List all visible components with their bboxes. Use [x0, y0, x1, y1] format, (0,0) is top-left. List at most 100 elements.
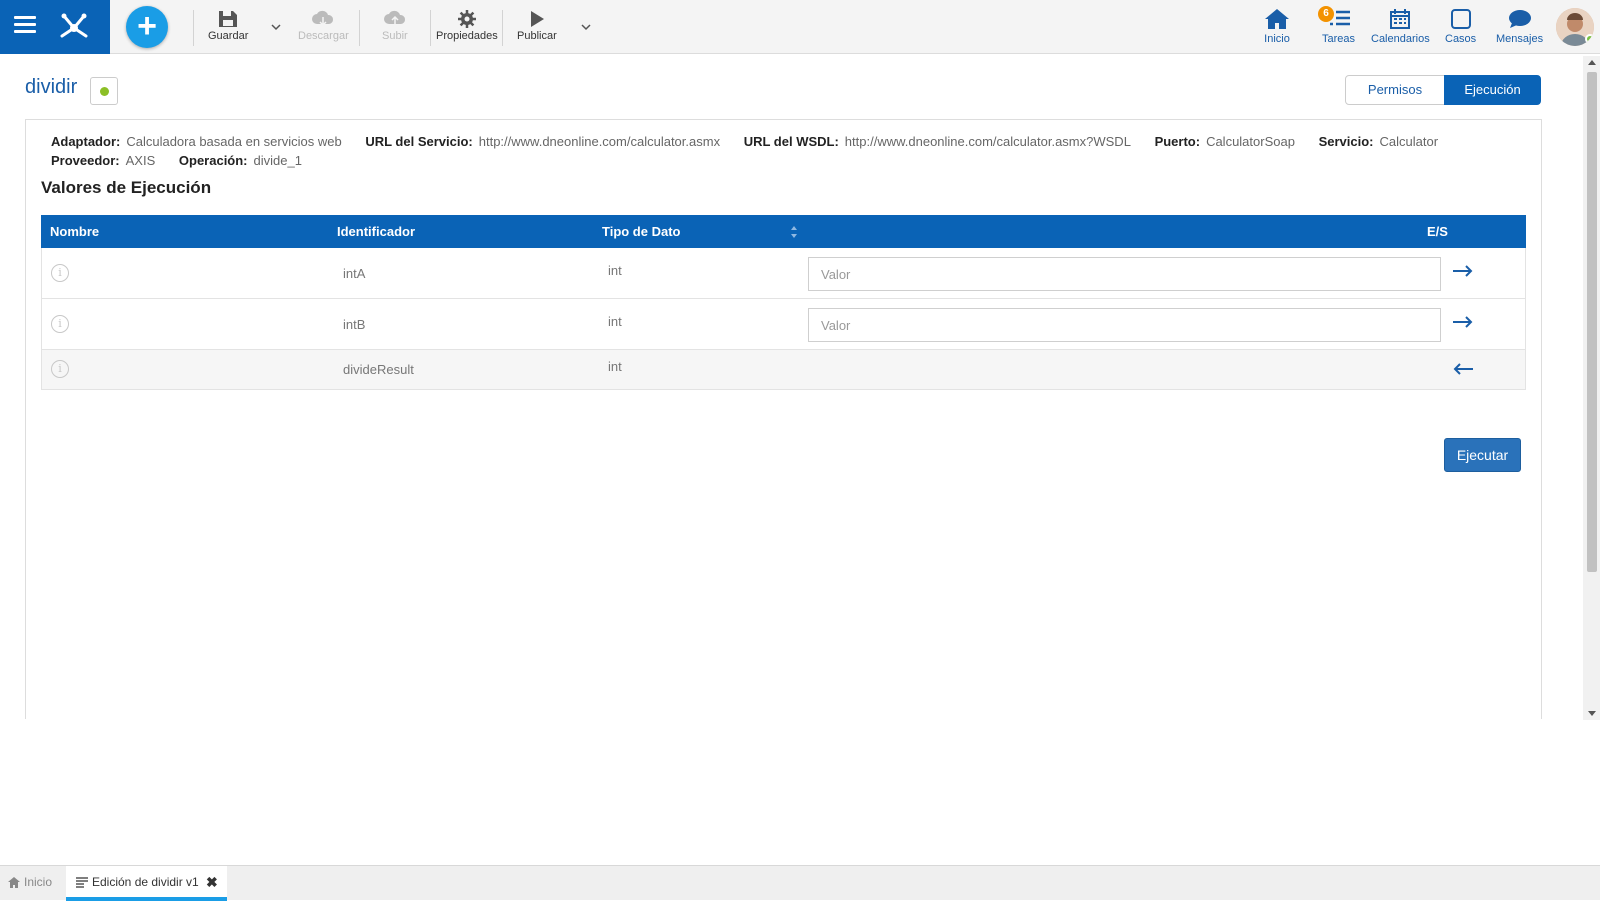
tab-permissions[interactable]: Permisos — [1345, 75, 1445, 105]
home-icon — [8, 877, 20, 888]
wsdl-url-value: http://www.dneonline.com/calculator.asmx… — [844, 134, 1131, 149]
service-url-label: URL del Servicio: — [365, 134, 473, 149]
download-label: Descargar — [298, 30, 349, 42]
chat-bubble-icon — [1508, 10, 1531, 28]
service-url-value: http://www.dneonline.com/calculator.asmx — [478, 134, 721, 149]
page-title: dividir — [25, 76, 78, 98]
status-dot-icon — [100, 87, 109, 96]
operation-field: Operación: divide_1 — [179, 153, 302, 168]
execute-button[interactable]: Ejecutar — [1444, 438, 1521, 472]
column-header-io[interactable]: E/S — [1427, 224, 1448, 239]
nav-tasks-label: Tareas — [1322, 33, 1356, 45]
input-arrow-right-icon — [1453, 316, 1473, 328]
cloud-upload-icon — [383, 10, 405, 25]
nav-messages[interactable]: Mensajes — [1496, 8, 1543, 45]
service-field: Servicio: Calculator — [1319, 134, 1438, 149]
tab-home-label: Inicio — [24, 875, 53, 889]
user-avatar[interactable] — [1556, 8, 1594, 46]
top-toolbar: + Guardar Descargar Subir Propiedades Pu… — [0, 0, 1600, 54]
section-title: Valores de Ejecución — [41, 178, 212, 197]
column-header-name[interactable]: Nombre — [50, 224, 99, 239]
adapter-value: Calculadora basada en servicios web — [126, 134, 342, 149]
save-button[interactable]: Guardar — [208, 10, 248, 42]
scroll-down-icon[interactable] — [1588, 711, 1596, 716]
nav-calendars[interactable]: Calendarios — [1371, 8, 1430, 45]
table-row: i divideResult int — [41, 350, 1526, 390]
publish-button[interactable]: Publicar — [517, 10, 557, 42]
sort-icon[interactable] — [790, 225, 798, 239]
scroll-thumb[interactable] — [1587, 72, 1597, 572]
row-datatype: int — [608, 263, 622, 278]
value-input-intb[interactable] — [808, 308, 1441, 342]
hamburger-menu-icon[interactable] — [14, 16, 36, 38]
nav-cases-label: Casos — [1445, 33, 1477, 45]
nav-messages-label: Mensajes — [1496, 33, 1544, 45]
brand-area — [0, 0, 110, 54]
port-value: CalculatorSoap — [1206, 134, 1295, 149]
value-input-inta[interactable] — [808, 257, 1441, 291]
info-icon[interactable]: i — [51, 315, 69, 333]
properties-label: Propiedades — [436, 30, 498, 42]
save-dropdown-chevron-icon[interactable] — [269, 20, 283, 34]
add-button[interactable]: + — [126, 6, 168, 48]
provider-value: AXIS — [125, 153, 156, 168]
publish-dropdown-chevron-icon[interactable] — [579, 20, 593, 34]
vertical-scrollbar[interactable] — [1583, 56, 1600, 720]
nav-home[interactable]: Inicio — [1264, 8, 1290, 45]
nav-calendars-label: Calendarios — [1371, 33, 1430, 45]
service-url-field: URL del Servicio: http://www.dneonline.co… — [365, 134, 720, 149]
nav-home-label: Inicio — [1264, 33, 1290, 45]
wsdl-url-label: URL del WSDL: — [743, 134, 839, 149]
meta-line-1: Adaptador: Calculadora basada en servicio… — [51, 134, 1458, 149]
toolbar-divider — [502, 10, 503, 46]
tab-execution[interactable]: Ejecución — [1444, 75, 1541, 105]
column-header-identifier[interactable]: Identificador — [337, 224, 415, 239]
info-icon[interactable]: i — [51, 360, 69, 378]
adapter-label: Adaptador: — [51, 134, 121, 149]
upload-button[interactable]: Subir — [382, 10, 408, 42]
operation-value: divide_1 — [253, 153, 302, 168]
execution-values-table: Nombre Identificador Tipo de Dato E/S i … — [41, 215, 1526, 390]
save-label: Guardar — [208, 30, 249, 42]
column-header-datatype[interactable]: Tipo de Dato — [602, 224, 680, 239]
service-label: Servicio: — [1318, 134, 1374, 149]
bottom-tab-bar: Inicio Edición de dividir v1 ✖ — [0, 865, 1600, 901]
cloud-download-icon — [312, 10, 334, 27]
calendar-icon — [1390, 9, 1411, 29]
nav-tasks[interactable]: 6 Tareas — [1318, 6, 1356, 45]
home-icon — [1265, 9, 1289, 29]
tab-edit-dividir[interactable]: Edición de dividir v1 ✖ — [66, 866, 227, 901]
row-datatype: int — [608, 359, 622, 374]
close-tab-icon[interactable]: ✖ — [206, 866, 218, 898]
scroll-up-icon[interactable] — [1588, 60, 1596, 65]
cases-square-icon — [1450, 9, 1471, 29]
nav-cases[interactable]: Casos — [1445, 8, 1476, 45]
publish-label: Publicar — [517, 30, 557, 42]
provider-label: Proveedor: — [51, 153, 120, 168]
execution-panel: Adaptador: Calculadora basada en servicio… — [25, 119, 1542, 719]
status-indicator-button[interactable] — [90, 77, 118, 105]
adapter-field: Adaptador: Calculadora basada en servicio… — [51, 134, 342, 149]
app-logo-icon[interactable] — [56, 8, 92, 44]
floppy-disk-icon — [219, 11, 238, 27]
tasks-count-badge: 6 — [1318, 6, 1334, 22]
service-value: Calculator — [1379, 134, 1439, 149]
row-identifier: intB — [343, 317, 366, 332]
row-identifier: intA — [343, 266, 366, 281]
output-arrow-left-icon — [1453, 363, 1473, 375]
meta-line-2: Proveedor: AXIS Operación: divide_1 — [51, 153, 322, 168]
download-button[interactable]: Descargar — [298, 10, 349, 42]
input-arrow-right-icon — [1453, 265, 1473, 277]
info-icon[interactable]: i — [51, 264, 69, 282]
table-row: i intA int — [41, 248, 1526, 299]
online-status-dot — [1585, 34, 1594, 44]
table-header: Nombre Identificador Tipo de Dato E/S — [41, 215, 1526, 248]
wsdl-url-field: URL del WSDL: http://www.dneonline.com/ca… — [744, 134, 1131, 149]
table-row: i intB int — [41, 299, 1526, 350]
toolbar-divider — [430, 10, 431, 46]
row-identifier: divideResult — [343, 362, 414, 377]
play-icon — [530, 11, 544, 27]
tab-home[interactable]: Inicio — [8, 866, 52, 901]
properties-button[interactable]: Propiedades — [436, 10, 498, 42]
tab-edit-label: Edición de dividir v1 — [92, 875, 199, 889]
